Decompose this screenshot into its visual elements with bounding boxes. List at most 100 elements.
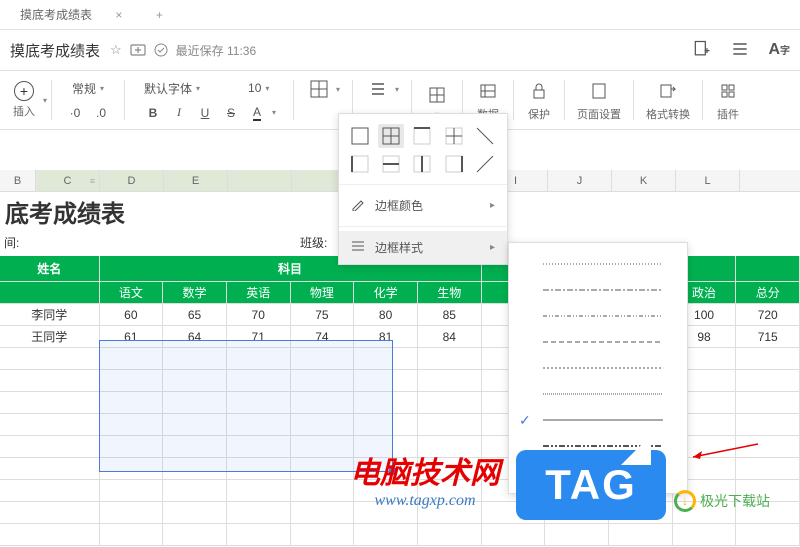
font-color-button[interactable]: A: [246, 102, 268, 124]
border-left-icon[interactable]: [347, 152, 373, 176]
cell[interactable]: 61: [100, 326, 164, 348]
sheet-title: 底考成绩表: [0, 192, 320, 228]
cell-name[interactable]: 王同学: [0, 326, 100, 348]
line-style-dashdotdot[interactable]: [509, 303, 687, 329]
col-subject: 语文: [100, 282, 164, 304]
chevron-right-icon: ▸: [490, 242, 495, 253]
plugin-icon[interactable]: [715, 78, 741, 104]
protect-icon[interactable]: [526, 78, 552, 104]
menu-icon[interactable]: [730, 39, 750, 62]
col-subject: 总分: [736, 282, 800, 304]
cell[interactable]: 64: [163, 326, 227, 348]
border-diag-up-icon[interactable]: [472, 152, 498, 176]
data-icon[interactable]: [475, 78, 501, 104]
cell-name[interactable]: 李同学: [0, 304, 100, 326]
cell[interactable]: 65: [163, 304, 227, 326]
line-style-dotted-fine[interactable]: [509, 251, 687, 277]
site-logo: ↓ 极光下载站: [674, 490, 770, 512]
style-dropdown[interactable]: 常规▾: [65, 77, 111, 100]
format-convert-label: 格式转换: [646, 106, 690, 122]
line-style-dotted[interactable]: [509, 355, 687, 381]
col-header[interactable]: D: [100, 170, 164, 191]
cell[interactable]: 74: [291, 326, 355, 348]
col-header[interactable]: E: [164, 170, 228, 191]
cell[interactable]: 75: [291, 304, 355, 326]
cell[interactable]: 81: [354, 326, 418, 348]
star-icon[interactable]: ☆: [110, 42, 122, 58]
border-menu: 边框颜色 ▸ 边框样式 ▸: [338, 113, 508, 265]
tag-badge: TAG: [516, 450, 666, 520]
col-header[interactable]: [228, 170, 292, 191]
border-all-icon[interactable]: [378, 124, 404, 148]
font-dropdown[interactable]: 默认字体▾: [137, 77, 237, 100]
folder-icon[interactable]: [130, 42, 146, 58]
font-size-icon[interactable]: A字: [768, 41, 790, 59]
line-style-dashdot[interactable]: [509, 277, 687, 303]
cell[interactable]: 715: [736, 326, 800, 348]
tab-title: 摸底考成绩表: [20, 8, 92, 22]
bold-button[interactable]: B: [142, 102, 164, 124]
border-color-item[interactable]: 边框颜色 ▸: [339, 189, 507, 222]
cell[interactable]: 80: [354, 304, 418, 326]
add-tab-button[interactable]: +: [147, 3, 171, 27]
cell[interactable]: 60: [100, 304, 164, 326]
border-diag-down-icon[interactable]: [472, 124, 498, 148]
border-style-item[interactable]: 边框样式 ▸: [339, 231, 507, 264]
watermark-text: 电脑技术网 www.tagxp.com: [350, 448, 500, 510]
annotation-arrow: [688, 442, 758, 462]
check-icon: ✓: [519, 412, 531, 429]
col-header[interactable]: C≡: [36, 170, 100, 191]
line-style-dashed[interactable]: [509, 329, 687, 355]
col-header[interactable]: B: [0, 170, 36, 191]
insert-label: 插入: [13, 103, 35, 119]
col-subject: 数学: [163, 282, 227, 304]
border-dropdown[interactable]: ▾: [336, 85, 340, 94]
meta-time: 间:: [0, 234, 100, 254]
col-subject: 化学: [354, 282, 418, 304]
border-outer-icon[interactable]: [347, 124, 373, 148]
page-setup-icon[interactable]: [586, 78, 612, 104]
col-header[interactable]: K: [612, 170, 676, 191]
cell[interactable]: 71: [227, 326, 291, 348]
pen-icon: [351, 197, 365, 214]
decrease-decimal-icon[interactable]: .0: [90, 102, 112, 124]
insert-button[interactable]: +: [14, 81, 34, 101]
cell[interactable]: 720: [736, 304, 800, 326]
new-doc-icon[interactable]: [692, 39, 712, 62]
cell[interactable]: 70: [227, 304, 291, 326]
col-header[interactable]: J: [548, 170, 612, 191]
check-circle-icon: [154, 43, 168, 57]
plugin-label: 插件: [717, 106, 739, 122]
cell[interactable]: 85: [418, 304, 482, 326]
line-style-thin-solid[interactable]: ✓: [509, 407, 687, 433]
strike-button[interactable]: S: [220, 102, 242, 124]
border-button[interactable]: [306, 76, 332, 102]
font-size-dropdown[interactable]: 10▾: [241, 78, 281, 98]
border-right-icon[interactable]: [441, 152, 467, 176]
col-subject: 英语: [227, 282, 291, 304]
document-tab[interactable]: 摸底考成绩表 ×: [5, 0, 137, 29]
decimal-dot-icon[interactable]: ·0: [64, 102, 86, 124]
close-tab-icon[interactable]: ×: [115, 8, 122, 22]
border-vertical-icon[interactable]: [409, 152, 435, 176]
chevron-right-icon: ▸: [490, 200, 495, 211]
insert-dropdown[interactable]: ▾: [43, 96, 47, 105]
filter-icon[interactable]: [424, 82, 450, 108]
align-button[interactable]: [365, 76, 391, 102]
col-header[interactable]: L: [676, 170, 740, 191]
cell[interactable]: 84: [418, 326, 482, 348]
border-inner-icon[interactable]: [441, 124, 467, 148]
underline-button[interactable]: U: [194, 102, 216, 124]
line-style-fine-dots[interactable]: [509, 381, 687, 407]
italic-button[interactable]: I: [168, 102, 190, 124]
border-horizontal-icon[interactable]: [378, 152, 404, 176]
save-status: 最近保存 11:36: [176, 42, 256, 59]
page-setup-label: 页面设置: [577, 106, 621, 122]
col-subject: 生物: [418, 282, 482, 304]
lines-icon: [351, 239, 365, 256]
border-top-icon[interactable]: [409, 124, 435, 148]
header-name: 姓名: [0, 256, 100, 282]
meta-class: 班级:: [300, 234, 327, 254]
format-convert-icon[interactable]: [655, 78, 681, 104]
protect-label: 保护: [528, 106, 550, 122]
